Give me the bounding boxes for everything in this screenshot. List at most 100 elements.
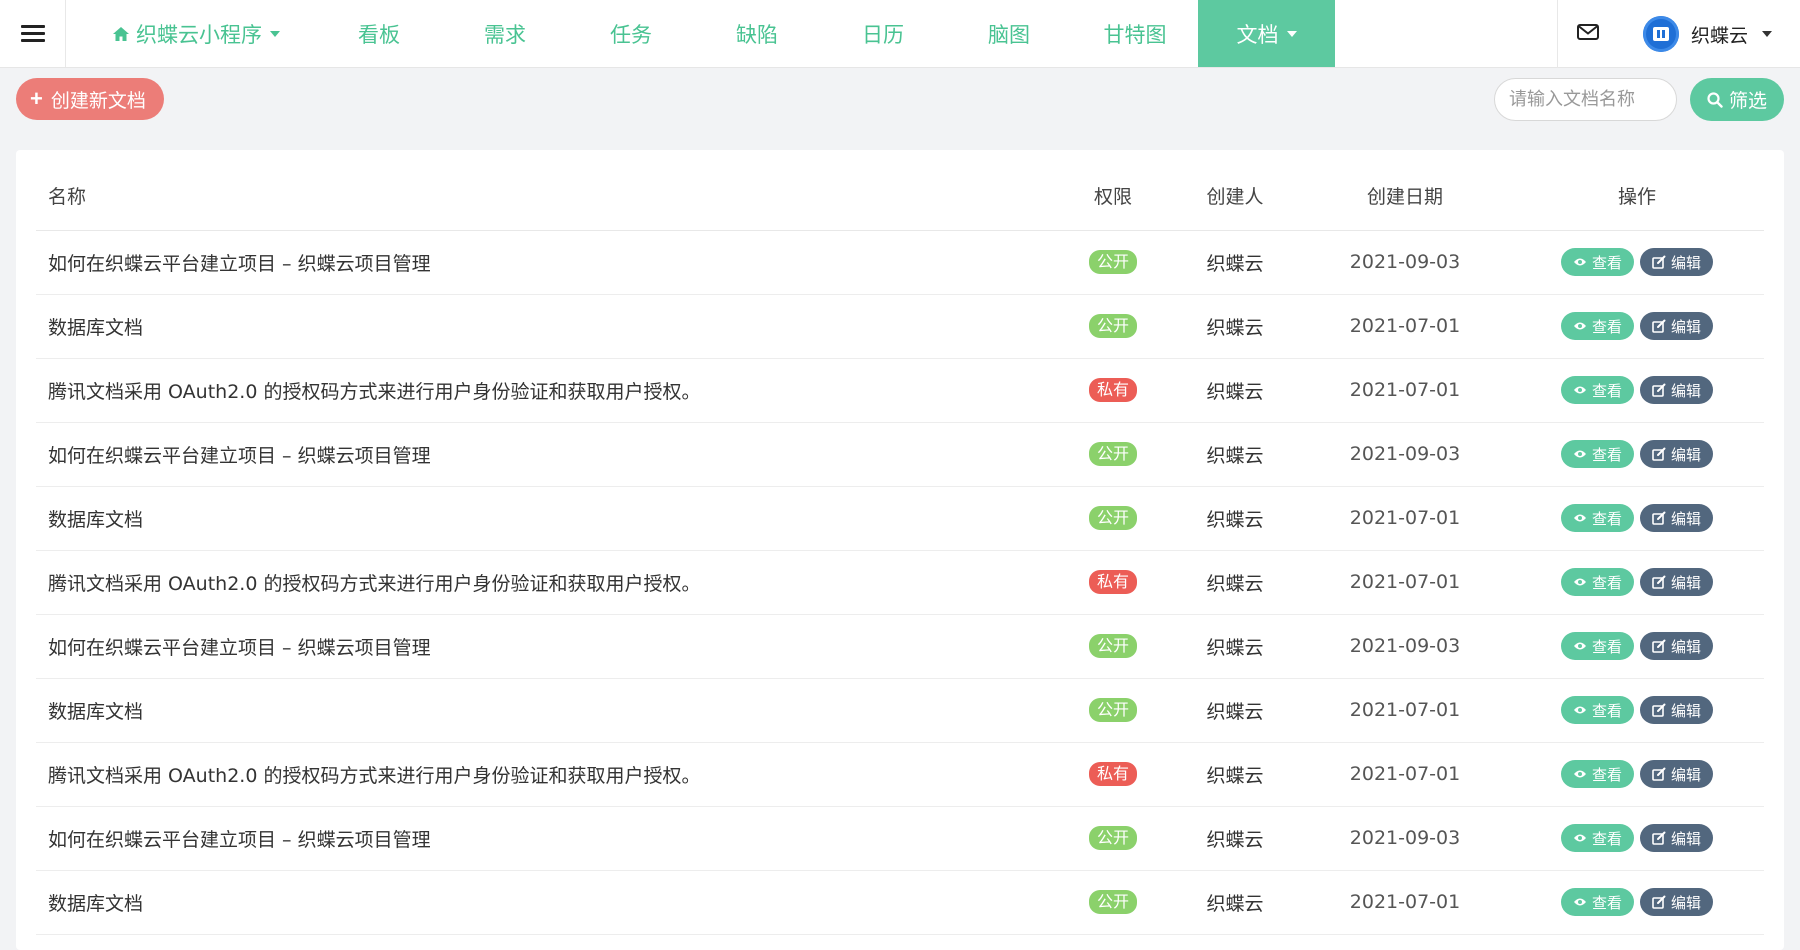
view-button[interactable]: 查看 — [1560, 824, 1634, 852]
edit-label: 编辑 — [1671, 253, 1702, 272]
actions-cell: 查看 编辑 — [1510, 550, 1764, 615]
edit-button[interactable]: 编辑 — [1640, 760, 1714, 788]
document-name[interactable]: 如何在织蝶云平台建立项目 – 织蝶云项目管理 — [36, 422, 1056, 487]
creator-cell: 织蝶云 — [1170, 422, 1300, 487]
document-name[interactable]: 如何在织蝶云平台建立项目 – 织蝶云项目管理 — [36, 230, 1056, 295]
document-name[interactable]: 腾讯文档采用 OAuth2.0 的授权码方式来进行用户身份验证和获取用户授权。 — [36, 742, 1056, 807]
view-button[interactable]: 查看 — [1560, 760, 1634, 788]
edit-button[interactable]: 编辑 — [1640, 312, 1714, 340]
eye-icon — [1573, 450, 1586, 458]
edit-button[interactable]: 编辑 — [1640, 376, 1714, 404]
edit-button[interactable]: 编辑 — [1640, 568, 1714, 596]
view-button[interactable]: 查看 — [1560, 312, 1634, 340]
tab-defects[interactable]: 缺陷 — [694, 0, 820, 67]
document-search-input[interactable] — [1494, 78, 1677, 121]
table-row: 腾讯文档采用 OAuth2.0 的授权码方式来进行用户身份验证和获取用户授权。 … — [36, 742, 1764, 807]
create-document-label: 创建新文档 — [50, 90, 146, 112]
view-button[interactable]: 查看 — [1560, 248, 1634, 276]
eye-icon — [1573, 898, 1586, 906]
edit-icon — [1652, 383, 1666, 397]
document-name[interactable]: 腾讯文档采用 OAuth2.0 的授权码方式来进行用户身份验证和获取用户授权。 — [36, 550, 1056, 615]
menu-toggle-button[interactable] — [0, 0, 66, 67]
documents-card: 名称 权限 创建人 创建日期 操作 如何在织蝶云平台建立项目 – 织蝶云项目管理… — [16, 150, 1784, 950]
view-label: 查看 — [1591, 253, 1622, 272]
tab-calendar[interactable]: 日历 — [820, 0, 946, 67]
create-document-button[interactable]: + 创建新文档 — [16, 78, 164, 120]
chevron-down-icon — [1762, 31, 1772, 37]
view-button[interactable]: 查看 — [1560, 376, 1634, 404]
plus-icon: + — [30, 86, 43, 111]
document-name[interactable]: 如何在织蝶云平台建立项目 – 织蝶云项目管理 — [36, 614, 1056, 679]
creator-cell: 织蝶云 — [1170, 358, 1300, 423]
permission-cell: 公开 — [1056, 294, 1170, 359]
tab-kanban[interactable]: 看板 — [316, 0, 442, 67]
view-button[interactable]: 查看 — [1560, 504, 1634, 532]
table-header-row: 名称 权限 创建人 创建日期 操作 — [36, 150, 1764, 231]
document-name[interactable]: 数据库文档 — [36, 870, 1056, 935]
table-row: 如何在织蝶云平台建立项目 – 织蝶云项目管理 公开 织蝶云 2021-09-03… — [36, 806, 1764, 871]
edit-icon — [1652, 447, 1666, 461]
tab-mindmap[interactable]: 脑图 — [946, 0, 1072, 67]
edit-button[interactable]: 编辑 — [1640, 440, 1714, 468]
document-name[interactable]: 数据库文档 — [36, 294, 1056, 359]
table-row: 数据库文档 公开 织蝶云 2021-07-01 查看 编辑 — [36, 294, 1764, 359]
tab-documents[interactable]: 文档 — [1198, 0, 1335, 67]
actions-cell: 查看 编辑 — [1510, 294, 1764, 359]
view-button[interactable]: 查看 — [1560, 888, 1634, 916]
document-name[interactable]: 腾讯文档采用 OAuth2.0 的授权码方式来进行用户身份验证和获取用户授权。 — [36, 358, 1056, 423]
header-actions: 操作 — [1510, 150, 1764, 231]
edit-label: 编辑 — [1671, 893, 1702, 912]
edit-button[interactable]: 编辑 — [1640, 824, 1714, 852]
tab-requirements[interactable]: 需求 — [442, 0, 568, 67]
tab-tasks[interactable]: 任务 — [568, 0, 694, 67]
edit-icon — [1652, 767, 1666, 781]
filter-button[interactable]: 筛选 — [1690, 78, 1784, 121]
view-label: 查看 — [1591, 701, 1622, 720]
eye-icon — [1573, 258, 1586, 266]
date-cell: 2021-09-03 — [1300, 230, 1510, 295]
tab-gantt[interactable]: 甘特图 — [1072, 0, 1198, 67]
view-button[interactable]: 查看 — [1560, 568, 1634, 596]
creator-cell: 织蝶云 — [1170, 614, 1300, 679]
edit-button[interactable]: 编辑 — [1640, 504, 1714, 532]
avatar — [1642, 16, 1679, 52]
actions-cell: 查看 编辑 — [1510, 230, 1764, 295]
view-button[interactable]: 查看 — [1560, 440, 1634, 468]
permission-cell: 公开 — [1056, 422, 1170, 487]
permission-badge: 公开 — [1088, 890, 1137, 914]
table-row: 如何在织蝶云平台建立项目 – 织蝶云项目管理 公开 织蝶云 2021-09-03… — [36, 614, 1764, 679]
permission-cell: 公开 — [1056, 614, 1170, 679]
toolbar: + 创建新文档 筛选 — [0, 68, 1800, 130]
eye-icon — [1573, 834, 1586, 842]
project-switcher[interactable]: 织蝶云小程序 — [66, 0, 316, 67]
document-name[interactable]: 数据库文档 — [36, 678, 1056, 743]
view-label: 查看 — [1591, 445, 1622, 464]
table-body: 如何在织蝶云平台建立项目 – 织蝶云项目管理 公开 织蝶云 2021-09-03… — [36, 230, 1764, 935]
eye-icon — [1573, 706, 1586, 714]
mail-icon — [1577, 23, 1600, 45]
header-name: 名称 — [36, 150, 1056, 231]
document-name[interactable]: 如何在织蝶云平台建立项目 – 织蝶云项目管理 — [36, 806, 1056, 871]
edit-icon — [1652, 255, 1666, 269]
messages-button[interactable] — [1556, 0, 1619, 68]
edit-button[interactable]: 编辑 — [1640, 888, 1714, 916]
table-row: 腾讯文档采用 OAuth2.0 的授权码方式来进行用户身份验证和获取用户授权。 … — [36, 358, 1764, 423]
eye-icon — [1573, 642, 1586, 650]
edit-button[interactable]: 编辑 — [1640, 248, 1714, 276]
permission-badge: 公开 — [1088, 506, 1137, 530]
edit-label: 编辑 — [1671, 445, 1702, 464]
view-label: 查看 — [1591, 765, 1622, 784]
document-name[interactable]: 数据库文档 — [36, 486, 1056, 551]
view-button[interactable]: 查看 — [1560, 632, 1634, 660]
permission-badge: 公开 — [1088, 314, 1137, 338]
edit-button[interactable]: 编辑 — [1640, 696, 1714, 724]
view-label: 查看 — [1591, 381, 1622, 400]
date-cell: 2021-07-01 — [1300, 742, 1510, 807]
date-cell: 2021-07-01 — [1300, 550, 1510, 615]
edit-button[interactable]: 编辑 — [1640, 632, 1714, 660]
creator-cell: 织蝶云 — [1170, 870, 1300, 935]
user-menu[interactable]: 织蝶云 — [1619, 0, 1800, 68]
top-right-area: 织蝶云 — [1556, 0, 1800, 68]
view-button[interactable]: 查看 — [1560, 696, 1634, 724]
table-row: 数据库文档 公开 织蝶云 2021-07-01 查看 编辑 — [36, 486, 1764, 551]
